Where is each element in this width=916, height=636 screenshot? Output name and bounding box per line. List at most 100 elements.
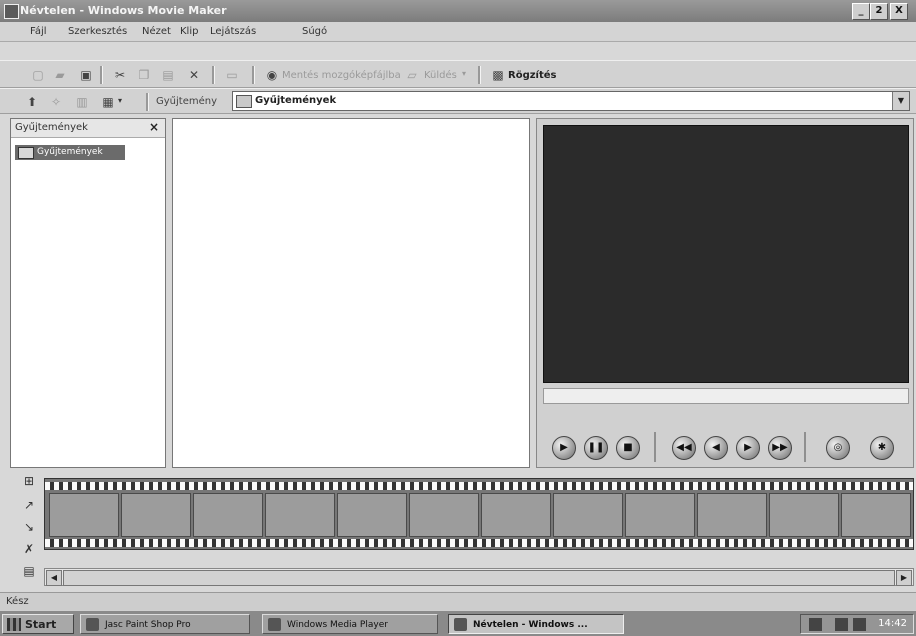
save-movie-button[interactable]: Mentés mozgóképfájlba [282,70,401,81]
storyboard-frame[interactable] [337,493,407,537]
collection-content-pane[interactable] [172,118,530,468]
storyboard-tools: ⊞ ↗ ↘ ✗ ▤ [18,470,42,590]
menu-help[interactable]: Súgó [302,26,327,37]
media-player-icon [268,618,281,631]
menu-view[interactable]: Nézet [142,26,171,37]
new-collection-icon[interactable]: ✧ [46,92,66,112]
storyboard-frame[interactable] [409,493,479,537]
tray-icon[interactable] [809,618,822,631]
menu-clip[interactable]: Klip [180,26,198,37]
volume-icon[interactable] [835,618,848,631]
previous-frame-icon[interactable]: ◀ [704,436,728,460]
up-icon[interactable]: ⬆ [22,92,42,112]
save-movie-icon[interactable]: ◉ [262,65,282,85]
menu-play[interactable]: Lejátszás [210,26,256,37]
close-button[interactable]: X [890,3,908,20]
restore-button[interactable]: 2 [870,3,888,20]
storyboard-frame[interactable] [553,493,623,537]
stop-icon[interactable]: ■ [616,436,640,460]
scroll-thumb[interactable] [63,570,895,586]
movie-maker-icon [454,618,467,631]
close-icon[interactable]: × [149,120,159,134]
next-frame-icon[interactable]: ▶ [736,436,760,460]
taskbar-item-movie-maker[interactable]: Névtelen - Windows ... [448,614,624,634]
full-screen-icon[interactable]: ◎ [826,436,850,460]
storyboard-frame[interactable] [841,493,911,537]
horizontal-scrollbar[interactable]: ◀ ▶ [44,568,914,586]
storyboard-frame[interactable] [625,493,695,537]
scroll-left-icon[interactable]: ◀ [46,570,62,586]
taskbar-item-label: Névtelen - Windows ... [473,620,588,630]
scroll-right-icon[interactable]: ▶ [896,570,912,586]
record-button[interactable]: Rögzítés [508,70,557,81]
start-label: Start [25,618,57,631]
zoom-in-icon[interactable]: ↗ [22,498,36,512]
collection-label: Gyűjtemény [156,96,218,107]
taskbar-item-paint-shop[interactable]: Jasc Paint Shop Pro [80,614,250,634]
network-icon[interactable] [853,618,866,631]
taskbar-item-label: Windows Media Player [287,620,388,630]
app-icon [4,4,19,19]
storyboard-frame[interactable] [121,493,191,537]
sprocket-top [45,482,913,490]
minimize-button[interactable]: _ [852,3,870,20]
storyboard-frame[interactable] [265,493,335,537]
sprocket-bottom [45,539,913,547]
title-bar: Névtelen - Windows Movie Maker _ 2 X [0,0,916,22]
menu-edit[interactable]: Szerkesztés [68,26,127,37]
folder-icon [236,95,252,108]
taskbar-item-label: Jasc Paint Shop Pro [105,620,191,630]
split-clip-icon[interactable]: ✱ [870,436,894,460]
collections-pane-header: Gyűjtemények × [11,119,165,138]
collection-value: Gyűjtemények [255,95,337,106]
status-bar: Kész [0,592,916,610]
storyboard-frame[interactable] [697,493,767,537]
collection-dropdown[interactable]: Gyűjtemények ▼ [232,91,910,111]
storyboard[interactable] [44,478,914,550]
record-icon: ▩ [492,68,504,82]
copy-icon[interactable]: ❐ [134,65,154,85]
start-button[interactable]: Start [2,614,74,634]
views-icon[interactable]: ▦ [98,92,118,112]
properties-icon[interactable]: ▭ [222,65,242,85]
standard-toolbar: ▢ ▰ ▣ ✂ ❐ ▤ ✕ ▭ ◉ Mentés mozgóképfájlba … [0,60,916,88]
seek-bar[interactable] [543,388,909,404]
storyboard-frame[interactable] [481,493,551,537]
zoom-out-icon[interactable]: ↘ [22,520,36,534]
chevron-down-icon[interactable]: ▼ [892,92,909,110]
open-icon[interactable]: ▰ [50,65,70,85]
folder-icon [18,147,34,159]
tree-item-collections[interactable]: Gyűjtemények [15,145,125,160]
storyboard-frame[interactable] [769,493,839,537]
window-title: Névtelen - Windows Movie Maker [20,4,227,17]
storyboard-frame[interactable] [49,493,119,537]
system-tray: 14:42 [800,614,914,634]
send-dropdown-icon[interactable]: ▾ [462,69,466,78]
views-dropdown-icon[interactable]: ▾ [118,96,122,105]
paint-shop-icon [86,618,99,631]
timeline-icon[interactable]: ▤ [22,564,36,578]
paste-icon[interactable]: ▤ [158,65,178,85]
cut-icon[interactable]: ✂ [110,65,130,85]
taskbar: Start Jasc Paint Shop Pro Windows Media … [0,610,916,636]
play-icon[interactable]: ▶ [552,436,576,460]
forward-icon[interactable]: ▶▶ [768,436,792,460]
menu-file[interactable]: Fájl [30,26,47,37]
tree-item-label: Gyűjtemények [37,147,103,157]
pause-icon[interactable]: ❚❚ [584,436,608,460]
narration-icon[interactable]: ✗ [22,542,36,556]
new-icon[interactable]: ▢ [28,65,48,85]
send-button[interactable]: Küldés [424,70,457,81]
taskbar-item-media-player[interactable]: Windows Media Player [262,614,438,634]
collections-view-icon[interactable]: ▥ [72,92,92,112]
save-icon[interactable]: ▣ [76,65,96,85]
windows-logo-icon [7,618,21,631]
storyboard-frame[interactable] [193,493,263,537]
clock: 14:42 [878,618,907,629]
delete-icon[interactable]: ✕ [184,65,204,85]
back-icon[interactable]: ◀◀ [672,436,696,460]
status-text: Kész [6,596,29,607]
storyboard-view-icon[interactable]: ⊞ [22,474,36,488]
menu-bar: Fájl Szerkesztés Nézet Klip Lejátszás Sú… [0,22,916,42]
collections-pane-title: Gyűjtemények [15,122,88,133]
